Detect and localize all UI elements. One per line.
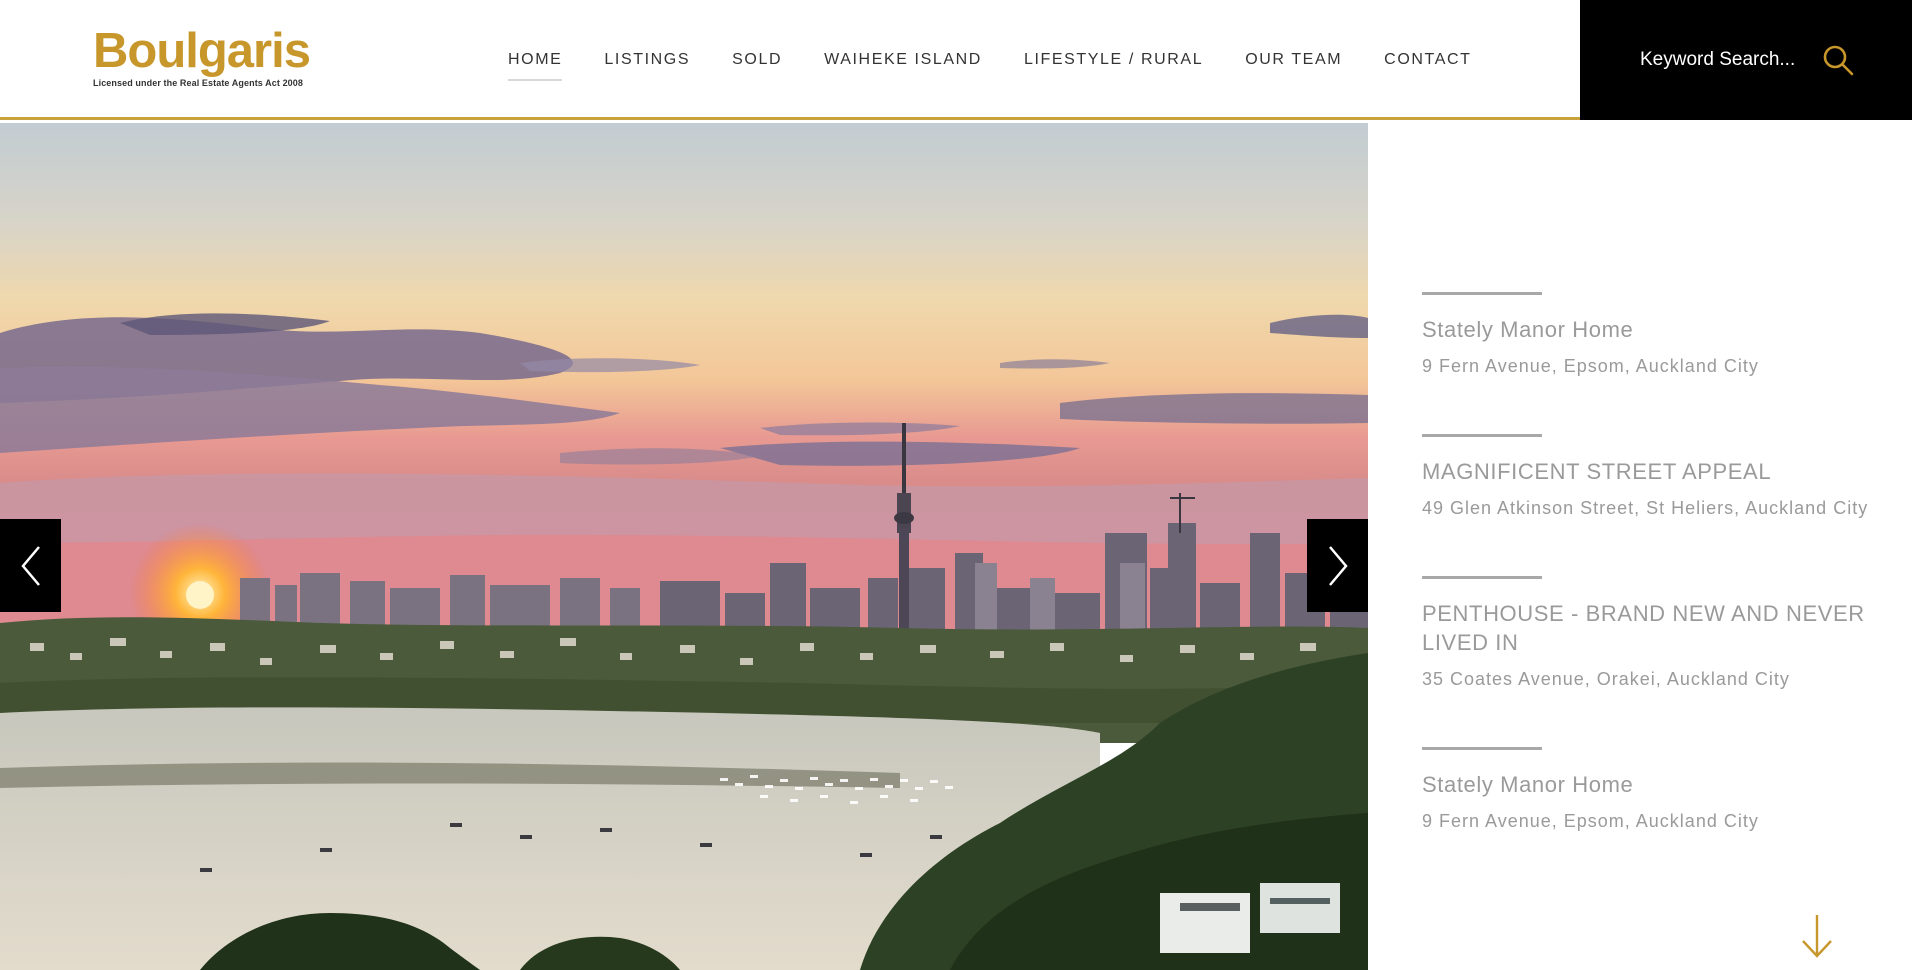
hero-image	[0, 123, 1368, 970]
listing-title: Stately Manor Home	[1422, 772, 1634, 797]
nav-lifestyle-rural[interactable]: LIFESTYLE / RURAL	[1024, 51, 1203, 69]
listing-item[interactable]: Stately Manor Home 9 Fern Avenue, Epsom,…	[1422, 292, 1892, 377]
chevron-left-icon	[20, 545, 40, 586]
brand-tagline: Licensed under the Real Estate Agents Ac…	[93, 78, 303, 88]
nav-listings[interactable]: LISTINGS	[604, 51, 690, 69]
nav-our-team[interactable]: OUR TEAM	[1245, 51, 1342, 69]
listing-title: MAGNIFICENT STREET APPEAL	[1422, 459, 1772, 484]
nav-waiheke-island[interactable]: WAIHEKE ISLAND	[824, 51, 982, 69]
listing-address: 35 Coates Avenue, Orakei, Auckland City	[1422, 669, 1790, 689]
brand-logo[interactable]: Boulgaris Licensed under the Real Estate…	[93, 24, 311, 94]
listing-address: 9 Fern Avenue, Epsom, Auckland City	[1422, 356, 1759, 376]
main-nav: HOME LISTINGS SOLD WAIHEKE ISLAND LIFEST…	[508, 0, 1514, 120]
divider	[1422, 747, 1542, 750]
search-input[interactable]	[1640, 44, 1830, 76]
listing-title: Stately Manor Home	[1422, 317, 1634, 342]
listing-title: PENTHOUSE - BRAND NEW AND NEVER LIVED IN	[1422, 601, 1865, 655]
nav-home[interactable]: HOME	[508, 51, 563, 81]
next-slide-button[interactable]	[1307, 519, 1368, 612]
prev-slide-button[interactable]	[0, 519, 61, 612]
featured-listings: Stately Manor Home 9 Fern Avenue, Epsom,…	[1368, 123, 1912, 970]
site-header: Boulgaris Licensed under the Real Estate…	[0, 0, 1912, 120]
listing-item[interactable]: PENTHOUSE - BRAND NEW AND NEVER LIVED IN…	[1422, 576, 1892, 690]
divider	[1422, 434, 1542, 437]
listing-item[interactable]: MAGNIFICENT STREET APPEAL 49 Glen Atkins…	[1422, 434, 1892, 519]
divider	[1422, 576, 1542, 579]
search-icon[interactable]	[1822, 44, 1856, 78]
listing-address: 49 Glen Atkinson Street, St Heliers, Auc…	[1422, 498, 1869, 518]
listing-address: 9 Fern Avenue, Epsom, Auckland City	[1422, 811, 1759, 831]
chevron-right-icon	[1328, 545, 1348, 586]
arrow-down-icon[interactable]	[1800, 913, 1834, 959]
listing-item[interactable]: Stately Manor Home 9 Fern Avenue, Epsom,…	[1422, 747, 1892, 832]
hero-slider	[0, 123, 1368, 970]
brand-name: Boulgaris	[93, 24, 311, 78]
divider	[1422, 292, 1542, 295]
nav-contact[interactable]: CONTACT	[1384, 51, 1471, 69]
nav-sold[interactable]: SOLD	[732, 51, 782, 69]
search-bar	[1580, 0, 1912, 120]
